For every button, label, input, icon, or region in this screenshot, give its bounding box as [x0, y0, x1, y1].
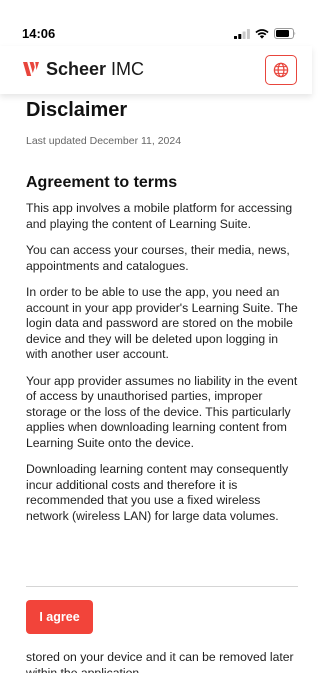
paragraph: This app involves a mobile platform for … [26, 201, 293, 231]
paragraph: You can access your courses, their media… [26, 243, 290, 273]
paragraph: In order to be able to use the app, you … [26, 285, 298, 361]
status-bar: 14:06 [0, 0, 312, 46]
globe-icon [273, 62, 289, 78]
last-updated: Last updated December 11, 2024 [26, 135, 182, 147]
wifi-icon [255, 28, 269, 39]
paragraph: Your app provider assumes no liability i… [26, 373, 298, 450]
language-button[interactable] [265, 55, 297, 85]
battery-icon [274, 28, 296, 39]
logo-mark-icon [23, 62, 39, 76]
status-time: 14:06 [22, 26, 56, 41]
app-logo: Scheer IMC [22, 58, 144, 80]
logo-suffix: IMC [111, 59, 145, 79]
status-icons [234, 28, 296, 39]
agree-button[interactable]: I agree [26, 600, 93, 634]
page-title: Disclaimer [26, 99, 128, 121]
disclaimer-content: Disclaimer Last updated December 11, 202… [26, 97, 298, 535]
section-heading: Agreement to terms [26, 174, 178, 191]
paragraph: Downloading learning content may consequ… [26, 462, 289, 523]
disclaimer-paragraphs: This app involves a mobile platform for … [26, 201, 298, 524]
app-header: Scheer IMC [0, 46, 312, 94]
signal-icon [234, 28, 250, 39]
divider [26, 586, 298, 587]
logo-brand: Scheer [46, 59, 107, 79]
after-text: stored on your device and it can be remo… [26, 650, 294, 673]
